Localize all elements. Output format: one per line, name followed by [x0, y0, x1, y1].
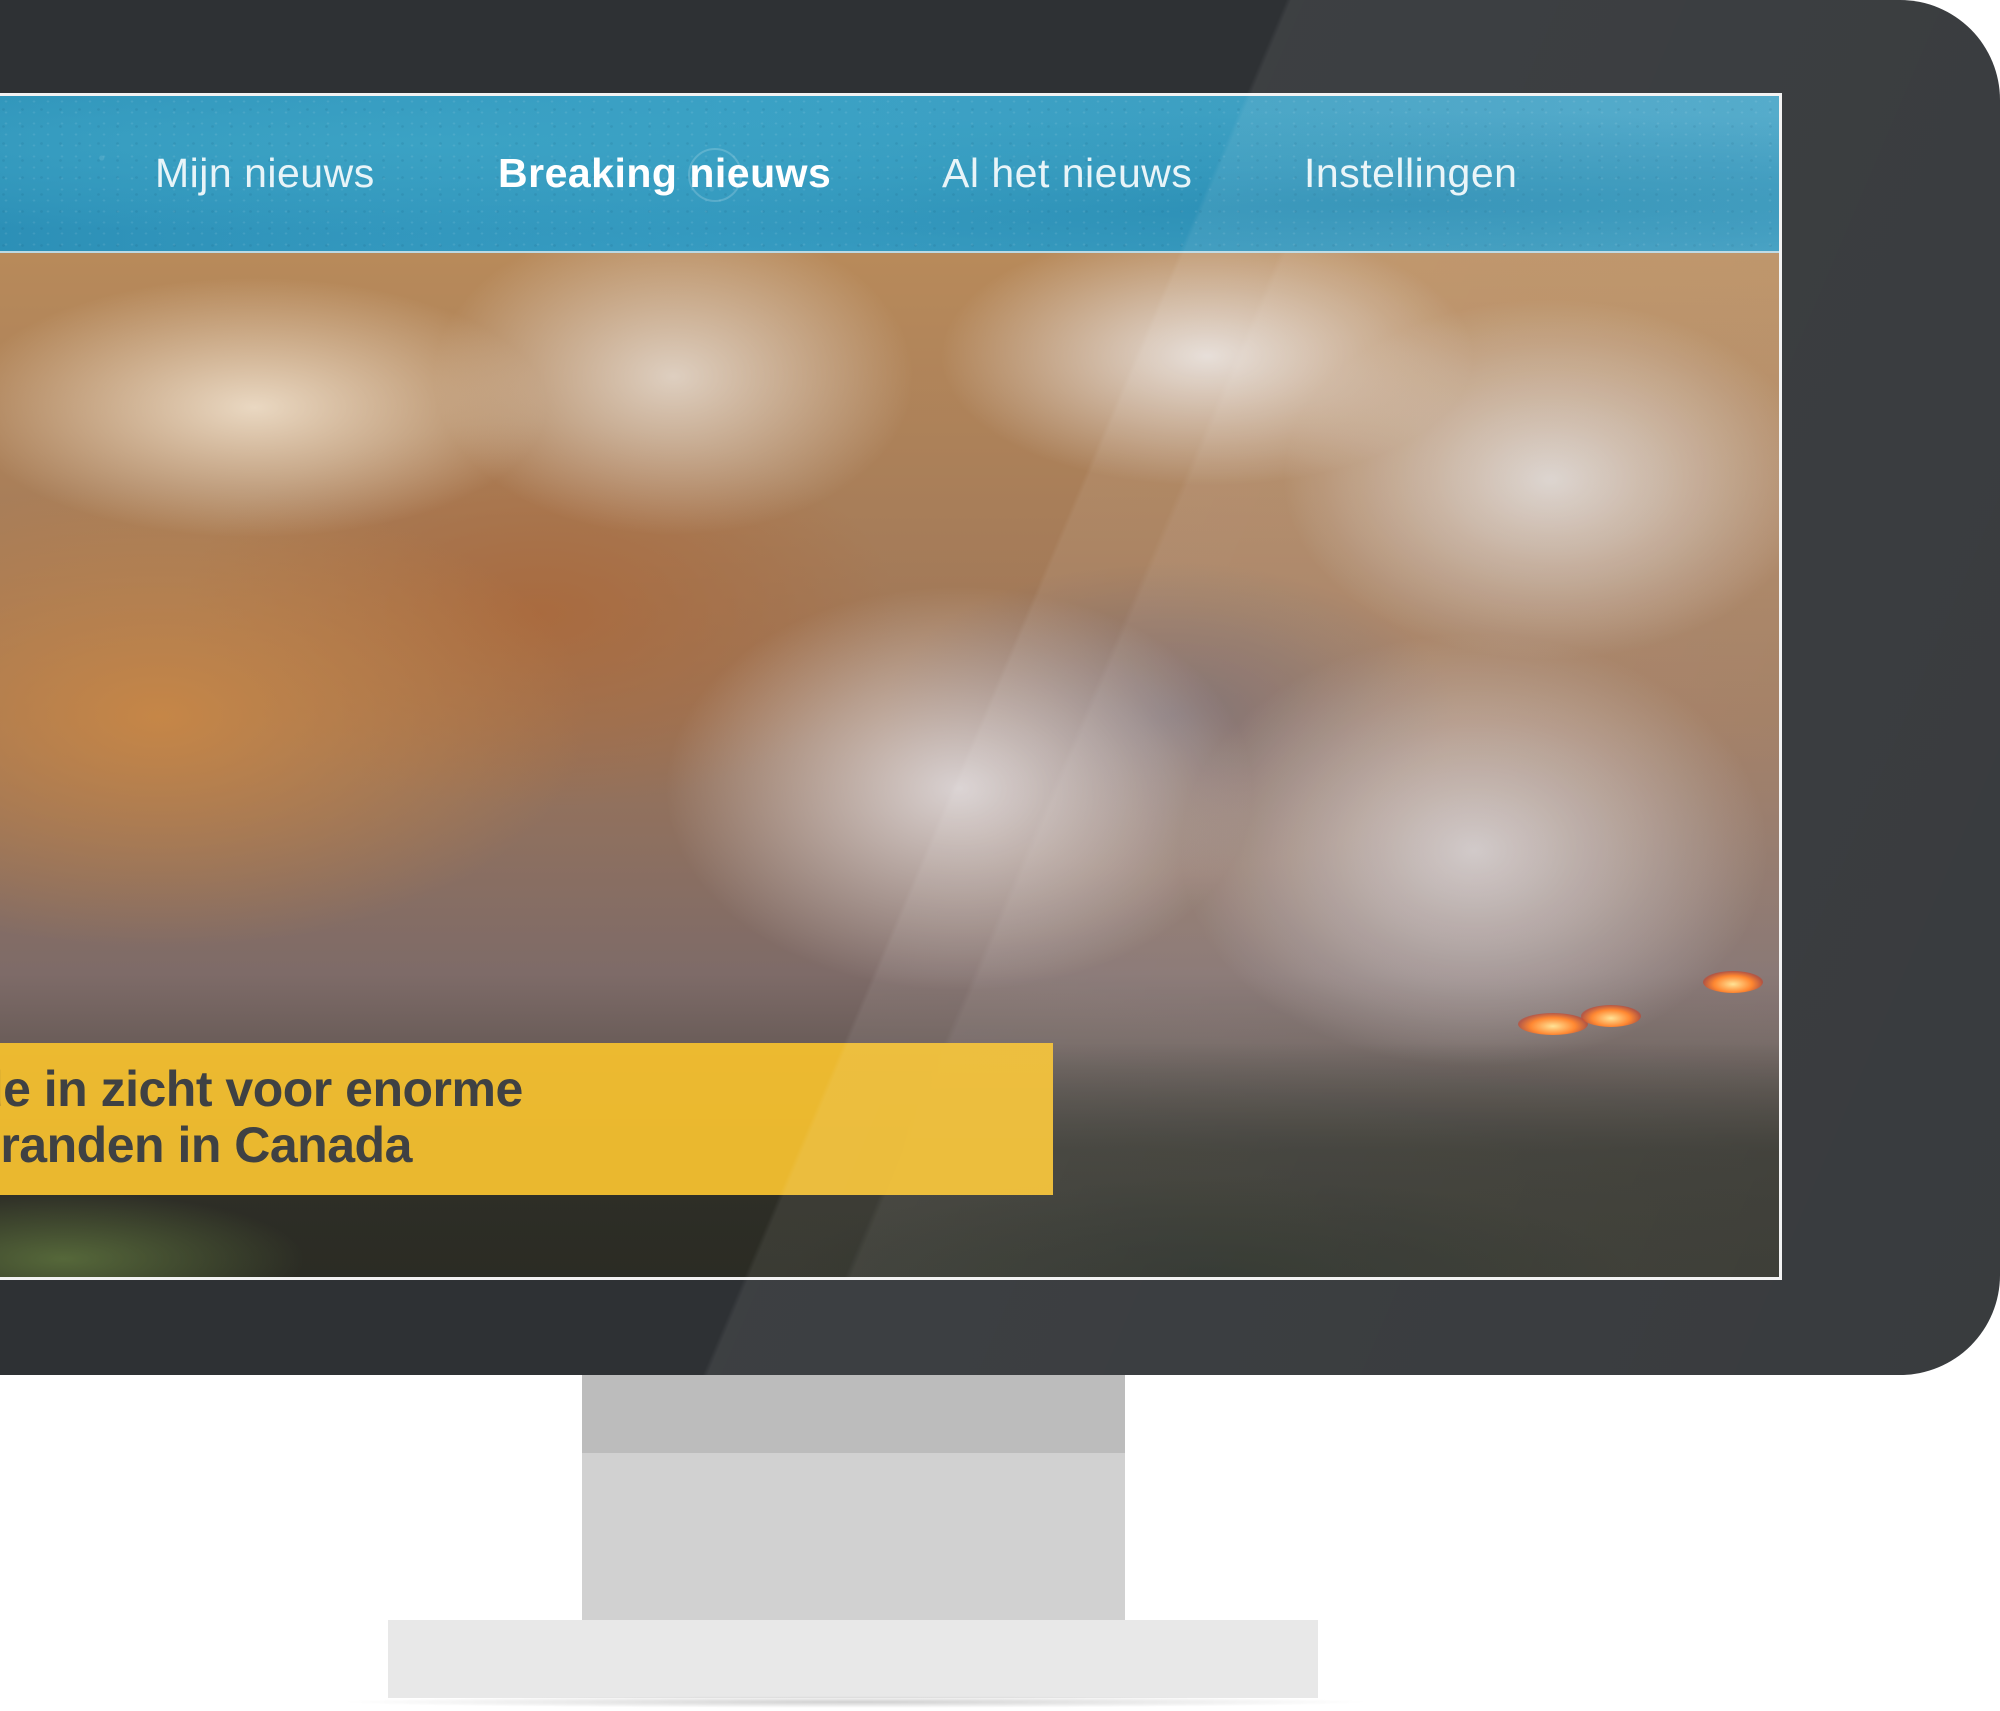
monitor-base-shadow — [335, 1696, 1375, 1708]
nav-item-instellingen[interactable]: Instellingen — [1304, 148, 1517, 198]
headline-title: nde in zicht voor enorme sbranden in Can… — [0, 1061, 523, 1173]
monitor-screen: Mijn nieuws Breaking nieuws Al het nieuw… — [0, 93, 1782, 1280]
main-nav: Mijn nieuws Breaking nieuws Al het nieuw… — [0, 96, 1779, 253]
monitor-stand-base — [388, 1620, 1318, 1698]
nav-item-al-het-nieuws[interactable]: Al het nieuws — [942, 148, 1192, 198]
monitor-bezel: Mijn nieuws Breaking nieuws Al het nieuw… — [0, 0, 2000, 1375]
monitor-stand-neck-shadow — [582, 1375, 1125, 1453]
nav-item-breaking-nieuws[interactable]: Breaking nieuws — [498, 148, 831, 198]
nav-item-mijn-nieuws[interactable]: Mijn nieuws — [155, 148, 375, 198]
hero-image[interactable]: nde in zicht voor enorme sbranden in Can… — [0, 253, 1779, 1277]
headline-banner[interactable]: nde in zicht voor enorme sbranden in Can… — [0, 1043, 1053, 1195]
monitor-mockup: Mijn nieuws Breaking nieuws Al het nieuw… — [0, 0, 2000, 1711]
headline-line-1: nde in zicht voor enorme — [0, 1061, 523, 1117]
headline-line-2: sbranden in Canada — [0, 1117, 412, 1173]
